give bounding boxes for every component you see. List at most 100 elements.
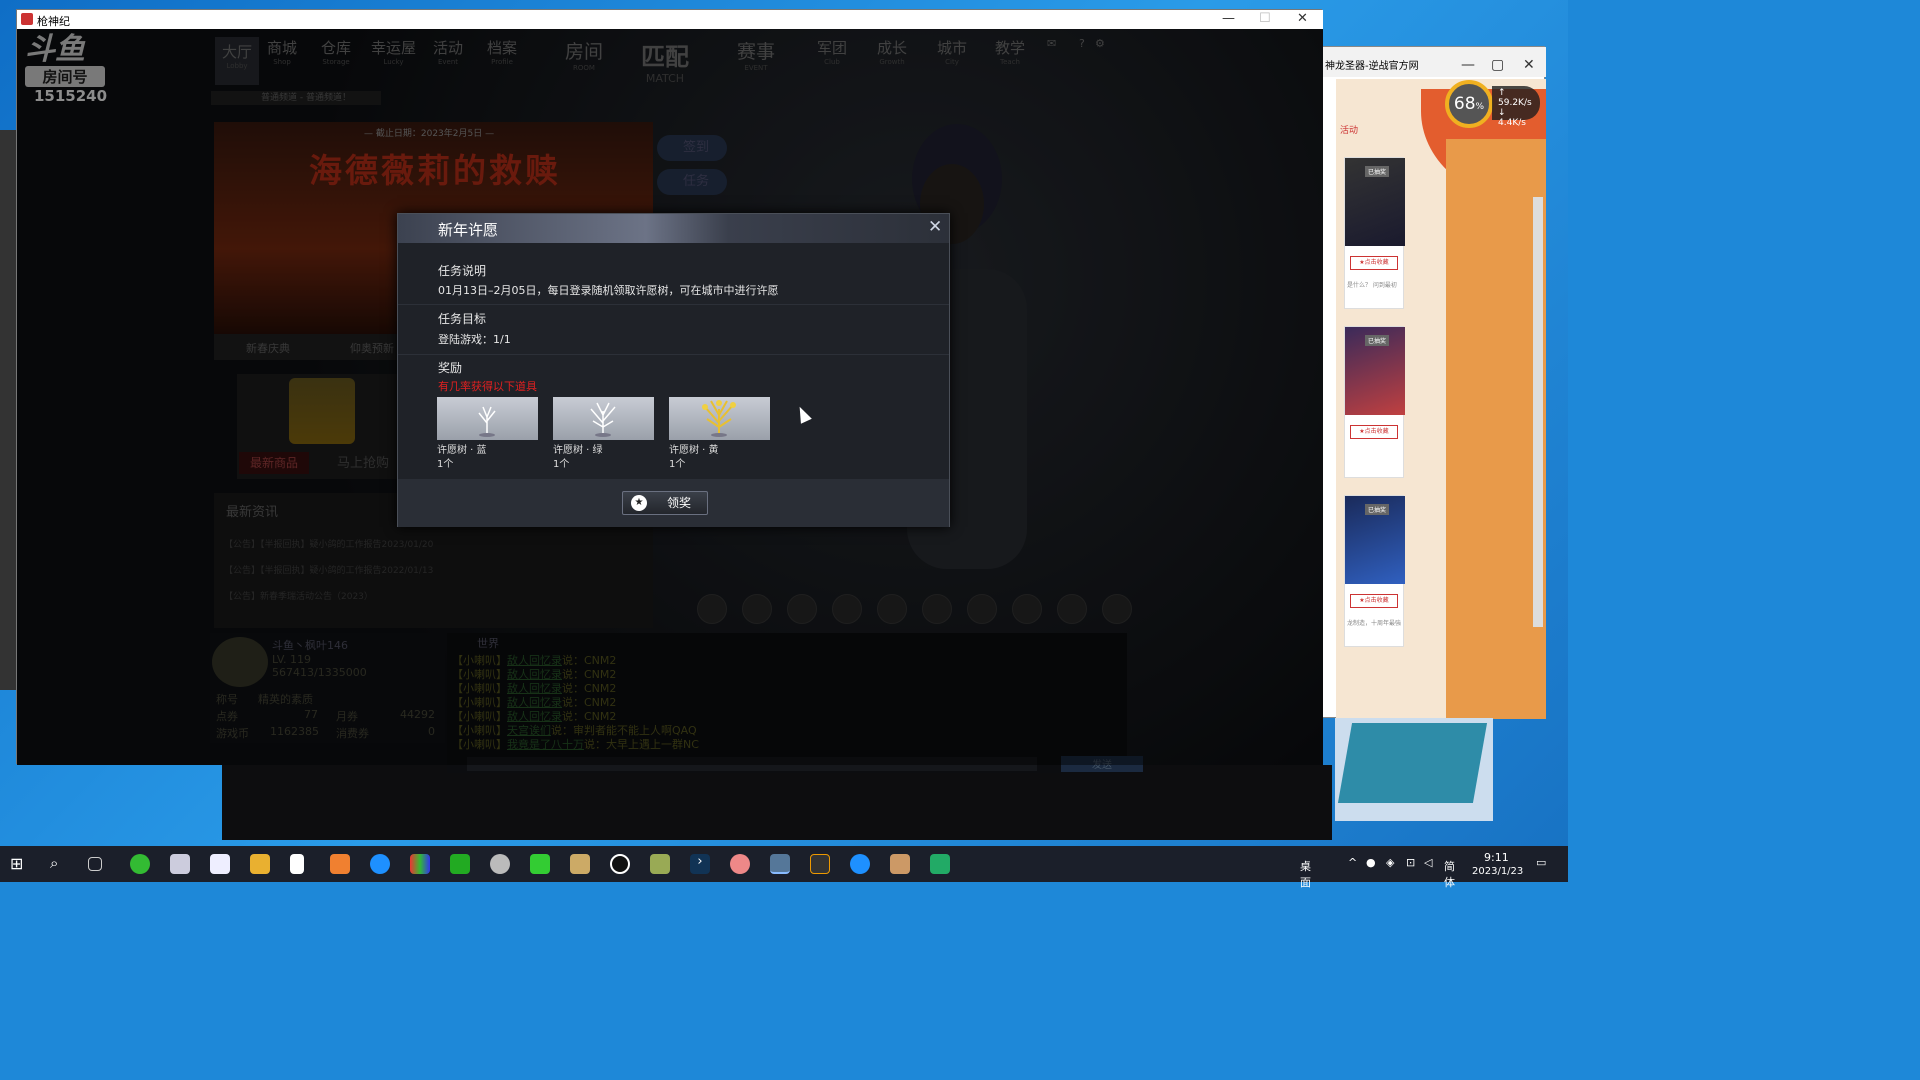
- browser-window: 神龙圣器-逆战官方网 — ▢ ✕ 活动 已抽奖 ★点击收藏 是什么？ 问到最初 …: [1310, 46, 1546, 719]
- close-icon[interactable]: ✕: [928, 217, 942, 237]
- search-icon[interactable]: ⌕: [50, 854, 70, 874]
- app-icon[interactable]: [210, 854, 230, 874]
- app-icon[interactable]: [730, 854, 750, 874]
- browser-titlebar: 神龙圣器-逆战官方网 — ▢ ✕: [1311, 47, 1546, 77]
- item-name: 许愿树 · 黄: [669, 445, 719, 456]
- game-titlebar: 枪神纪 — ☐ ✕: [17, 10, 1323, 29]
- card-badge: 已抽奖: [1365, 504, 1390, 515]
- net-speed-percent: 68: [1453, 94, 1476, 114]
- promo-card[interactable]: 已抽奖 ★点击收藏 龙制造，十周年最強: [1344, 495, 1405, 647]
- browser-icon[interactable]: [370, 854, 390, 874]
- claim-label: 领奖: [667, 496, 692, 510]
- browser-content: 活动 已抽奖 ★点击收藏 是什么？ 问到最初 已抽奖 ★点击收藏 已抽奖 ★点击…: [1336, 79, 1546, 719]
- browser-close-button[interactable]: ✕: [1523, 57, 1535, 73]
- document-icon[interactable]: [290, 854, 304, 874]
- app-icon[interactable]: [530, 854, 550, 874]
- game-maximize-button[interactable]: ☐: [1259, 11, 1271, 26]
- game-taskbar-icon[interactable]: [770, 854, 790, 874]
- promo-card[interactable]: 已抽奖 ★点击收藏 是什么？ 问到最初: [1344, 157, 1405, 309]
- card-caption: 是什么？ 问到最初: [1347, 282, 1397, 289]
- promo-card[interactable]: 已抽奖 ★点击收藏: [1344, 326, 1405, 478]
- reward-heading: 奖励: [438, 361, 463, 375]
- favorite-button[interactable]: ★点击收藏: [1350, 256, 1398, 270]
- app-icon[interactable]: [330, 854, 350, 874]
- task-desc-heading: 任务说明: [438, 264, 487, 278]
- item-name: 许愿树 · 蓝: [437, 445, 487, 456]
- card-caption: 龙制造，十周年最強: [1347, 620, 1402, 627]
- desktop-label[interactable]: 桌面: [1300, 858, 1311, 890]
- app-icon[interactable]: [410, 854, 430, 874]
- task-view-icon[interactable]: [88, 857, 102, 871]
- claim-reward-button[interactable]: ★ 领奖: [622, 491, 708, 515]
- task-desc-text: 01月13日–2月05日，每日登录随机领取许愿树，可在城市中进行许愿: [438, 284, 779, 297]
- map-image: [1337, 723, 1488, 803]
- star-icon: ★: [631, 495, 647, 511]
- divider: [398, 354, 949, 355]
- notification-icon[interactable]: ▭: [1536, 856, 1546, 869]
- card-badge: 已抽奖: [1365, 166, 1390, 177]
- tray-chevron-icon[interactable]: ^: [1348, 856, 1357, 869]
- game-minimize-button[interactable]: —: [1222, 11, 1235, 26]
- volume-icon[interactable]: ◁: [1424, 856, 1432, 869]
- left-window-edge: [0, 130, 16, 690]
- card-badge: 已抽奖: [1365, 335, 1390, 346]
- wish-tree-yellow-icon: [669, 397, 770, 440]
- browser-tab-label: 活动: [1340, 126, 1359, 136]
- dialog-footer: ★ 领奖: [398, 479, 949, 527]
- browser-title: 神龙圣器-逆战官方网: [1325, 61, 1419, 72]
- wish-tree-blue-icon: [437, 397, 538, 440]
- taskbar: ⊞ ⌕ › 桌面 ^ ● ◈ ⊡ ◁ 简体 9:11 2023/1/23 ▭: [0, 846, 1568, 889]
- task-goal-heading: 任务目标: [438, 312, 487, 326]
- app-icon[interactable]: [450, 854, 470, 874]
- app-icon: [21, 13, 33, 25]
- network-icon[interactable]: ⊡: [1406, 856, 1415, 869]
- dialog-title: 新年许愿: [438, 221, 499, 239]
- qq-icon[interactable]: [610, 854, 630, 874]
- divider: [398, 304, 949, 305]
- app-icon[interactable]: [130, 854, 150, 874]
- clock-date[interactable]: 2023/1/23: [1472, 866, 1523, 877]
- download-speed: 4.4: [1498, 118, 1513, 128]
- background-game-window: [222, 765, 1332, 840]
- item-count: 1个: [553, 459, 570, 470]
- upload-speed-unit: K/s: [1518, 98, 1532, 108]
- item-count: 1个: [437, 459, 454, 470]
- decor-panel: [1446, 139, 1546, 719]
- browser-maximize-button[interactable]: ▢: [1491, 57, 1504, 73]
- wish-tree-green-icon: [553, 397, 654, 440]
- task-goal-text: 登陆游戏：1/1: [438, 333, 511, 346]
- terminal-icon[interactable]: ›: [690, 854, 710, 874]
- reward-note: 有几率获得以下道具: [438, 380, 537, 393]
- download-speed-unit: K/s: [1512, 118, 1526, 128]
- app-icon[interactable]: [810, 854, 830, 874]
- item-name: 许愿树 · 绿: [553, 445, 603, 456]
- browser-icon[interactable]: [850, 854, 870, 874]
- folder-icon[interactable]: [250, 854, 270, 874]
- background-window: [1335, 718, 1493, 821]
- shield-icon[interactable]: ◈: [1386, 856, 1394, 869]
- game-window-title: 枪神纪: [37, 15, 70, 28]
- upload-speed: 59.2: [1498, 98, 1519, 108]
- app-icon[interactable]: [890, 854, 910, 874]
- net-speed-percent-unit: %: [1475, 102, 1485, 112]
- app-icon[interactable]: [170, 854, 190, 874]
- start-icon[interactable]: ⊞: [10, 854, 30, 874]
- app-icon[interactable]: [650, 854, 670, 874]
- app-icon[interactable]: [570, 854, 590, 874]
- app-icon[interactable]: [930, 854, 950, 874]
- new-year-wish-dialog: 新年许愿 ✕ 任务说明 01月13日–2月05日，每日登录随机领取许愿树，可在城…: [397, 213, 950, 527]
- reward-item[interactable]: 许愿树 · 蓝 1个: [437, 397, 538, 470]
- browser-scrollbar[interactable]: [1533, 197, 1543, 627]
- browser-minimize-button[interactable]: —: [1461, 57, 1475, 73]
- game-close-button[interactable]: ✕: [1297, 11, 1308, 26]
- ime-indicator[interactable]: 简体: [1444, 858, 1455, 890]
- reward-item[interactable]: 许愿树 · 黄 1个: [669, 397, 770, 470]
- clock-time[interactable]: 9:11: [1484, 851, 1509, 864]
- net-speed-gauge[interactable]: 68%: [1445, 80, 1493, 128]
- favorite-button[interactable]: ★点击收藏: [1350, 594, 1398, 608]
- app-icon[interactable]: [490, 854, 510, 874]
- tray-app-icon[interactable]: ●: [1366, 856, 1376, 869]
- net-speed-readout: ↑ 59.2K/s ↓ 4.4K/s: [1492, 86, 1540, 128]
- reward-item[interactable]: 许愿树 · 绿 1个: [553, 397, 654, 470]
- favorite-button[interactable]: ★点击收藏: [1350, 425, 1398, 439]
